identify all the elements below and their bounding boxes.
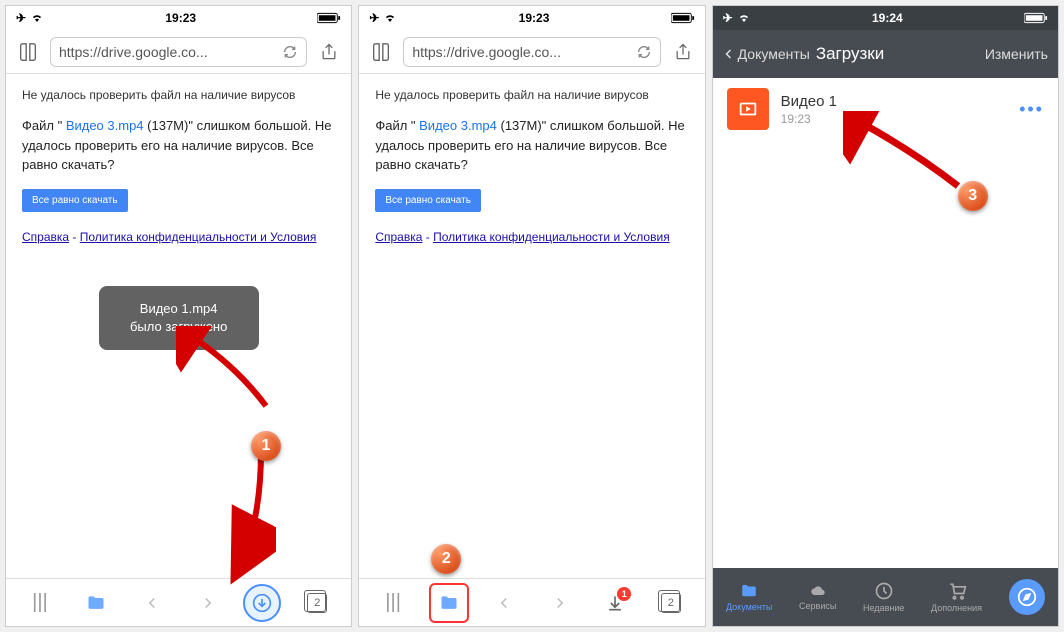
download-icon[interactable]: 1 xyxy=(595,583,635,623)
url-text: https://drive.google.co... xyxy=(412,44,629,60)
download-badge: 1 xyxy=(617,587,631,601)
video-file-icon xyxy=(727,88,769,130)
tab-count: 2 xyxy=(307,593,327,613)
help-link[interactable]: Справка xyxy=(22,230,69,244)
footer-links: Справка - Политика конфиденциальности и … xyxy=(375,230,688,244)
file-link[interactable]: Видео 3.mp4 xyxy=(419,118,497,133)
virus-warning-title: Не удалось проверить файл на наличие вир… xyxy=(22,88,335,102)
battery-icon xyxy=(317,12,341,24)
screen-3: ✈ 19:24 Документы Загрузки Изменить Виде… xyxy=(712,5,1059,627)
folder-icon[interactable] xyxy=(76,583,116,623)
airplane-icon: ✈ xyxy=(723,11,733,25)
virus-warning-text: Файл " Видео 3.mp4 (137M)" слишком больш… xyxy=(22,116,335,175)
download-anyway-button[interactable]: Все равно скачать xyxy=(22,189,128,212)
back-button[interactable]: Документы xyxy=(723,45,810,63)
reader-icon[interactable] xyxy=(14,38,42,66)
back-icon[interactable] xyxy=(484,583,524,623)
wifi-icon xyxy=(737,12,751,24)
download-toast: Видео 1.mp4 было загружено xyxy=(99,286,259,350)
tabs-icon[interactable]: 2 xyxy=(651,583,691,623)
url-text: https://drive.google.co... xyxy=(59,44,276,60)
clock: 19:24 xyxy=(872,11,903,25)
footer-links: Справка - Политика конфиденциальности и … xyxy=(22,230,335,244)
share-icon[interactable] xyxy=(669,38,697,66)
tab-addons[interactable]: Дополнения xyxy=(931,581,982,613)
tabs-icon[interactable]: 2 xyxy=(297,583,337,623)
battery-icon xyxy=(1024,12,1048,24)
virus-warning-text: Файл " Видео 3.mp4 (137M)" слишком больш… xyxy=(375,116,688,175)
page-content: Не удалось проверить файл на наличие вир… xyxy=(359,74,704,578)
file-info: Видео 1 19:23 xyxy=(781,93,1007,126)
file-row[interactable]: Видео 1 19:23 ••• xyxy=(713,78,1058,140)
tabbar: Документы Сервисы Недавние Дополнения xyxy=(713,568,1058,626)
navbar: Документы Загрузки Изменить xyxy=(713,30,1058,78)
reader-icon[interactable] xyxy=(367,38,395,66)
tab-count: 2 xyxy=(661,593,681,613)
clock: 19:23 xyxy=(165,11,196,25)
bottombar-more-icon[interactable]: ||| xyxy=(20,583,60,623)
step-badge-1: 1 xyxy=(251,431,281,461)
tab-documents[interactable]: Документы xyxy=(726,582,772,612)
file-list: Видео 1 19:23 ••• xyxy=(713,78,1058,568)
help-link[interactable]: Справка xyxy=(375,230,422,244)
bottombar-more-icon[interactable]: ||| xyxy=(373,583,413,623)
back-icon[interactable] xyxy=(132,583,172,623)
clock: 19:23 xyxy=(519,11,550,25)
wifi-icon xyxy=(383,12,397,24)
airplane-icon: ✈ xyxy=(16,11,26,25)
tab-services[interactable]: Сервисы xyxy=(799,583,836,611)
tab-compass[interactable] xyxy=(1009,579,1045,615)
bottombar: ||| 2 xyxy=(6,578,351,626)
reload-icon[interactable] xyxy=(636,44,652,60)
virus-warning-title: Не удалось проверить файл на наличие вир… xyxy=(375,88,688,102)
toast-file: Видео 1.mp4 xyxy=(117,300,241,318)
urlbar: https://drive.google.co... xyxy=(6,30,351,74)
share-icon[interactable] xyxy=(315,38,343,66)
file-time: 19:23 xyxy=(781,112,1007,126)
privacy-link[interactable]: Политика конфиденциальности и Условия xyxy=(433,230,670,244)
step-badge-3: 3 xyxy=(958,181,988,211)
privacy-link[interactable]: Политика конфиденциальности и Условия xyxy=(80,230,317,244)
tab-recent[interactable]: Недавние xyxy=(863,581,904,613)
statusbar: ✈ 19:23 xyxy=(6,6,351,30)
battery-icon xyxy=(671,12,695,24)
toast-status: было загружено xyxy=(117,318,241,336)
file-name: Видео 1 xyxy=(781,93,1007,110)
forward-icon[interactable] xyxy=(540,583,580,623)
file-more-icon[interactable]: ••• xyxy=(1019,99,1044,120)
edit-button[interactable]: Изменить xyxy=(985,46,1048,62)
forward-icon[interactable] xyxy=(188,583,228,623)
urlbar: https://drive.google.co... xyxy=(359,30,704,74)
airplane-icon: ✈ xyxy=(369,11,379,25)
download-icon[interactable] xyxy=(243,584,281,622)
back-label: Документы xyxy=(738,46,810,62)
screen-2: ✈ 19:23 https://drive.google.co... Не уд… xyxy=(358,5,705,627)
page-title: Загрузки xyxy=(816,44,884,64)
reload-icon[interactable] xyxy=(282,44,298,60)
statusbar: ✈ 19:24 xyxy=(713,6,1058,30)
statusbar: ✈ 19:23 xyxy=(359,6,704,30)
url-field[interactable]: https://drive.google.co... xyxy=(403,37,660,67)
bottombar: ||| 1 2 xyxy=(359,578,704,626)
url-field[interactable]: https://drive.google.co... xyxy=(50,37,307,67)
folder-icon[interactable] xyxy=(429,583,469,623)
download-anyway-button[interactable]: Все равно скачать xyxy=(375,189,481,212)
wifi-icon xyxy=(30,12,44,24)
file-link[interactable]: Видео 3.mp4 xyxy=(66,118,144,133)
screen-1: ✈ 19:23 https://drive.google.co... Не уд… xyxy=(5,5,352,627)
